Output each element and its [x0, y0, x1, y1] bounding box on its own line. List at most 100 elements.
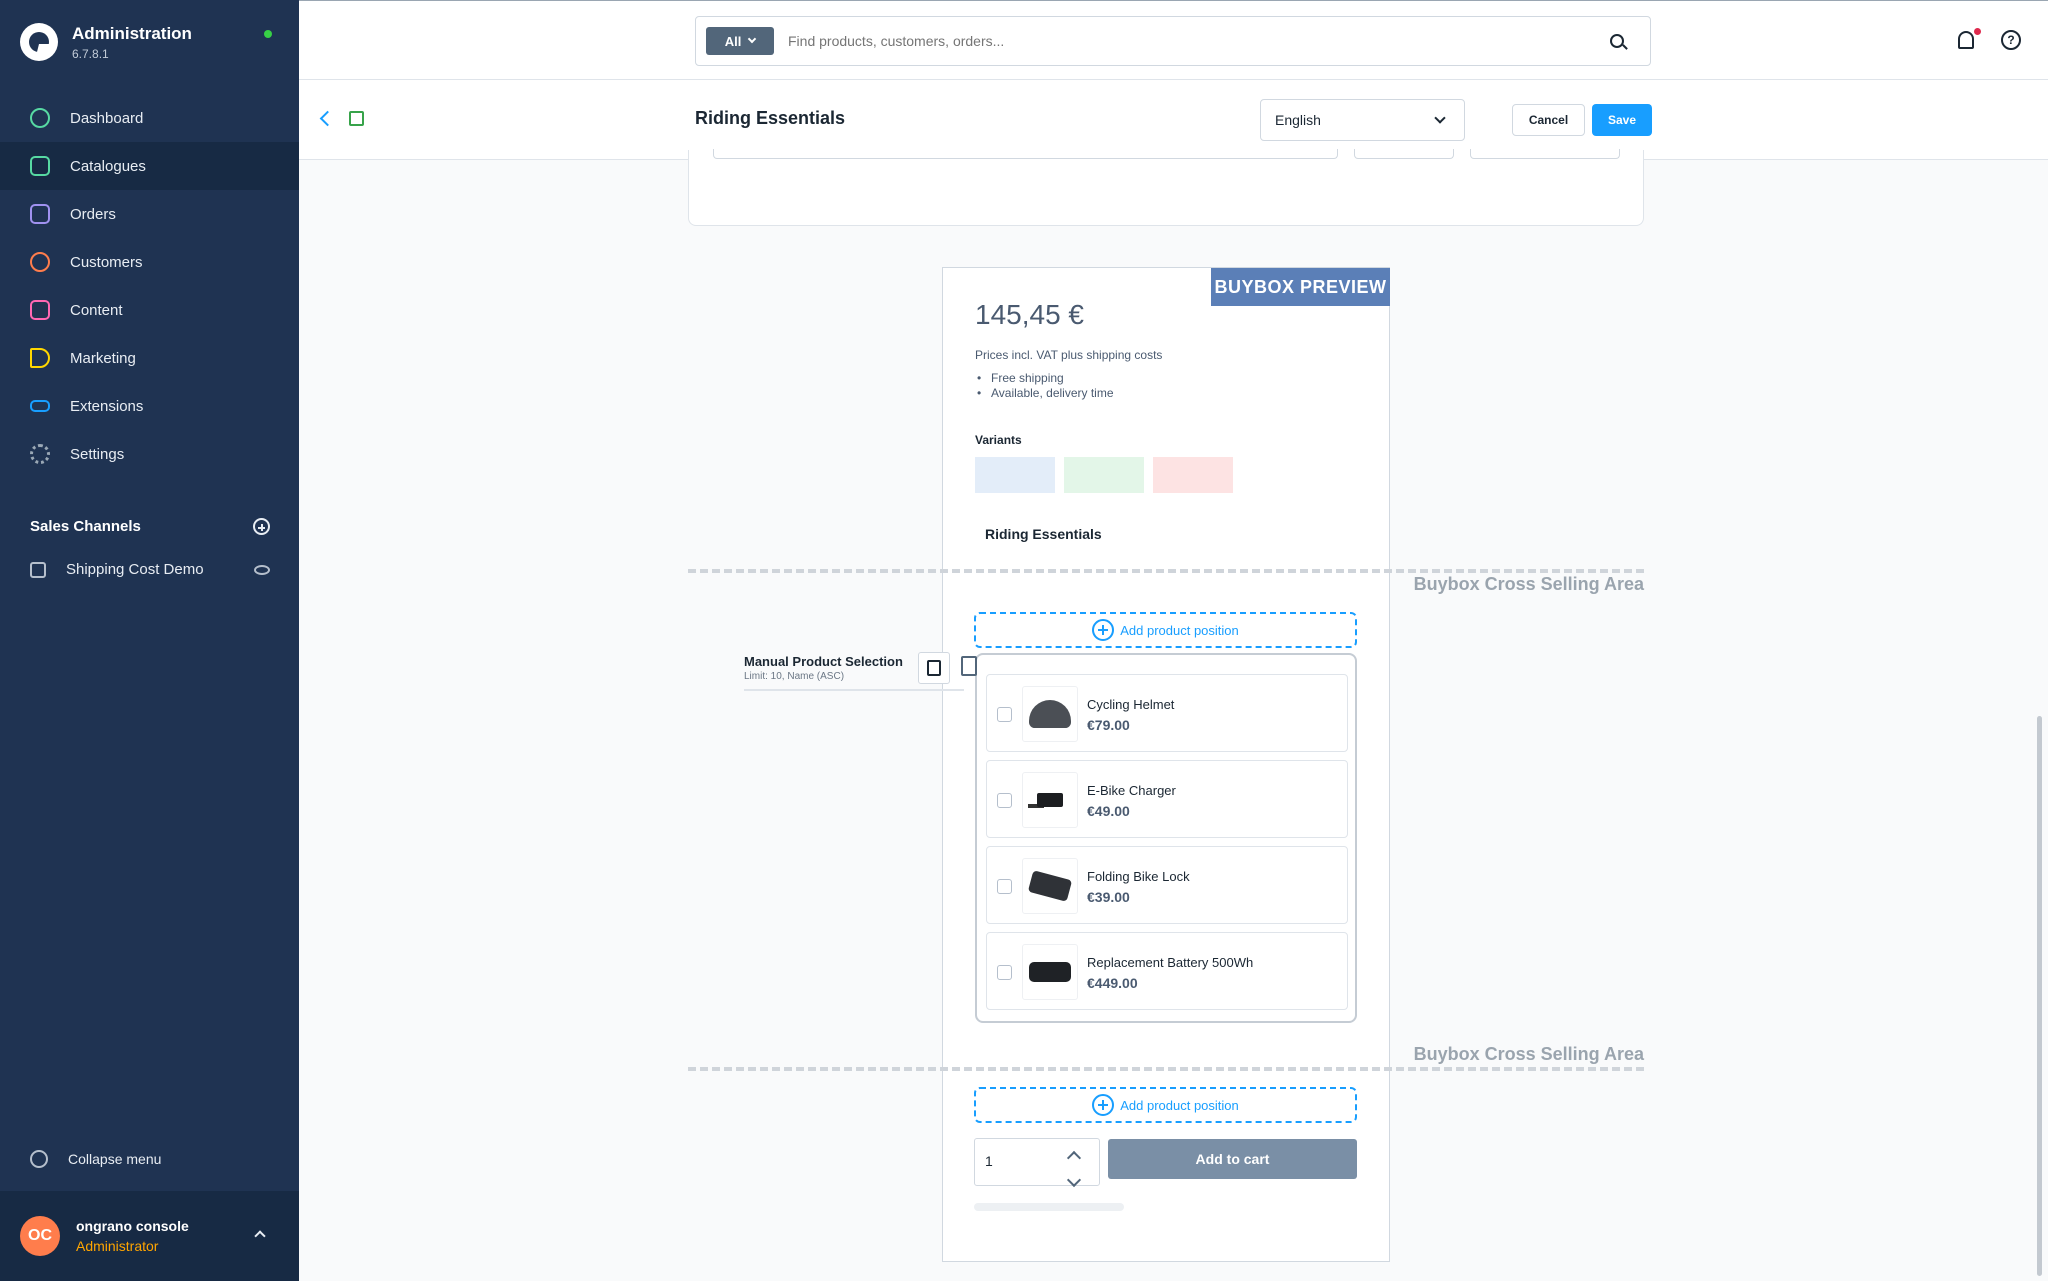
buybox-tax-note: Prices incl. VAT plus shipping costs: [975, 348, 1163, 362]
layout-icon[interactable]: [349, 111, 364, 126]
status-dot-icon: [264, 30, 272, 38]
help-icon[interactable]: ?: [2001, 30, 2021, 50]
content-icon: [30, 300, 50, 320]
collapse-menu-button[interactable]: Collapse menu: [30, 1150, 161, 1168]
brand[interactable]: Administration 6.7.8.1: [20, 22, 192, 62]
collapse-label: Collapse menu: [68, 1151, 162, 1167]
nav-label: Dashboard: [70, 109, 144, 127]
charger-image: [1037, 793, 1063, 807]
product-name: Cycling Helmet: [1087, 697, 1175, 712]
language-select[interactable]: English: [1260, 99, 1465, 141]
card-field[interactable]: [1470, 149, 1620, 159]
storefront-icon: [30, 561, 46, 578]
product-price: €79.00: [1087, 717, 1130, 733]
back-icon[interactable]: [319, 110, 336, 127]
product-card[interactable]: Folding Bike Lock €39.00: [986, 846, 1348, 924]
main-nav: Dashboard Catalogues Orders Customers Co…: [0, 94, 299, 478]
user-role: Administrator: [76, 1238, 159, 1254]
shopware-logo-icon: [20, 23, 58, 61]
quantity-field[interactable]: 1: [974, 1138, 1100, 1186]
nav-item-content[interactable]: Content: [0, 286, 299, 334]
variant-swatch[interactable]: [1064, 457, 1144, 493]
extensions-icon: [30, 400, 50, 412]
plus-circle-icon: [1092, 1094, 1115, 1116]
sales-channels-label: Sales Channels: [30, 518, 141, 535]
card-field[interactable]: [713, 149, 1338, 159]
product-name: E-Bike Charger: [1087, 783, 1176, 798]
edit-icon: [927, 660, 941, 676]
bell-icon[interactable]: [1958, 31, 1974, 49]
user-menu[interactable]: OC ongrano console Administrator: [0, 1191, 299, 1281]
nav-label: Customers: [70, 253, 143, 271]
edit-selection-button[interactable]: [918, 652, 950, 684]
product-checkbox[interactable]: [997, 793, 1012, 808]
nav-item-dashboard[interactable]: Dashboard: [0, 94, 299, 142]
user-name: ongrano console: [76, 1218, 189, 1234]
search-input[interactable]: [788, 33, 1610, 49]
brand-title: Administration: [72, 23, 192, 43]
cross-selling-area-label: Buybox Cross Selling Area: [1413, 574, 1644, 594]
trash-icon[interactable]: [961, 656, 977, 676]
sales-channels-header: Sales Channels: [30, 518, 270, 535]
product-card[interactable]: Cycling Helmet €79.00: [986, 674, 1348, 752]
variant-swatch[interactable]: [1153, 457, 1233, 493]
search-type-label: All: [724, 33, 742, 49]
product-card[interactable]: Replacement Battery 500Wh €449.00: [986, 932, 1348, 1010]
battery-image: [1029, 962, 1071, 982]
nav-item-marketing[interactable]: Marketing: [0, 334, 299, 382]
settings-card: [688, 149, 1644, 226]
product-name: Replacement Battery 500Wh: [1087, 955, 1254, 970]
language-value: English: [1275, 112, 1321, 128]
nav-item-catalogues[interactable]: Catalogues: [0, 142, 299, 190]
nav-label: Orders: [70, 205, 116, 223]
catalogue-icon: [30, 156, 50, 176]
feature-item: Available, delivery time: [977, 386, 1114, 401]
nav-item-customers[interactable]: Customers: [0, 238, 299, 286]
buybox-features: Free shipping Available, delivery time: [977, 371, 1114, 401]
dashboard-icon: [30, 108, 50, 128]
add-product-position-button[interactable]: Add product position: [974, 1087, 1357, 1123]
brand-version: 6.7.8.1: [72, 46, 109, 61]
chevron-up-icon: [254, 1230, 266, 1242]
product-price: €49.00: [1087, 803, 1130, 819]
chevron-down-icon: [748, 34, 757, 44]
sidebar: Administration 6.7.8.1 Dashboard Catalog…: [0, 0, 299, 1281]
variant-swatch[interactable]: [975, 457, 1055, 493]
product-checkbox[interactable]: [997, 965, 1012, 980]
product-checkbox[interactable]: [997, 879, 1012, 894]
scrollbar[interactable]: [2037, 716, 2042, 1276]
search-type-dropdown[interactable]: All: [706, 27, 774, 55]
nav-item-settings[interactable]: Settings: [0, 430, 299, 478]
add-product-position-button[interactable]: Add product position: [974, 612, 1357, 648]
customers-icon: [30, 252, 50, 272]
card-field[interactable]: [1354, 149, 1454, 159]
save-button[interactable]: Save: [1592, 104, 1652, 136]
add-to-cart-button[interactable]: Add to cart: [1108, 1139, 1357, 1179]
settings-icon: [30, 444, 50, 464]
collapse-icon: [30, 1150, 48, 1168]
skeleton-line: [974, 1203, 1124, 1211]
avatar: OC: [20, 1216, 60, 1256]
lock-image: [1027, 870, 1073, 902]
product-checkbox[interactable]: [997, 707, 1012, 722]
page-title: Riding Essentials: [695, 108, 846, 128]
add-sales-channel-icon[interactable]: [253, 518, 270, 535]
nav-label: Content: [70, 301, 123, 319]
global-search: All: [695, 16, 1651, 66]
eye-icon[interactable]: [254, 564, 270, 575]
orders-icon: [30, 204, 50, 224]
nav-item-orders[interactable]: Orders: [0, 190, 299, 238]
product-selection-box: Cycling Helmet €79.00 E-Bike Charger €49…: [975, 653, 1357, 1023]
search-icon[interactable]: [1610, 34, 1624, 48]
nav-item-extensions[interactable]: Extensions: [0, 382, 299, 430]
plus-circle-icon: [1092, 619, 1115, 641]
selection-divider: [744, 689, 964, 691]
nav-label: Marketing: [70, 349, 136, 367]
buybox-product-name: Riding Essentials: [985, 526, 1102, 542]
area-divider: [688, 569, 1644, 573]
cancel-button[interactable]: Cancel: [1512, 104, 1585, 136]
nav-label: Settings: [70, 445, 125, 463]
notification-dot-icon: [1974, 28, 1981, 35]
sales-channel-item[interactable]: Shipping Cost Demo: [30, 561, 270, 578]
product-card[interactable]: E-Bike Charger €49.00: [986, 760, 1348, 838]
